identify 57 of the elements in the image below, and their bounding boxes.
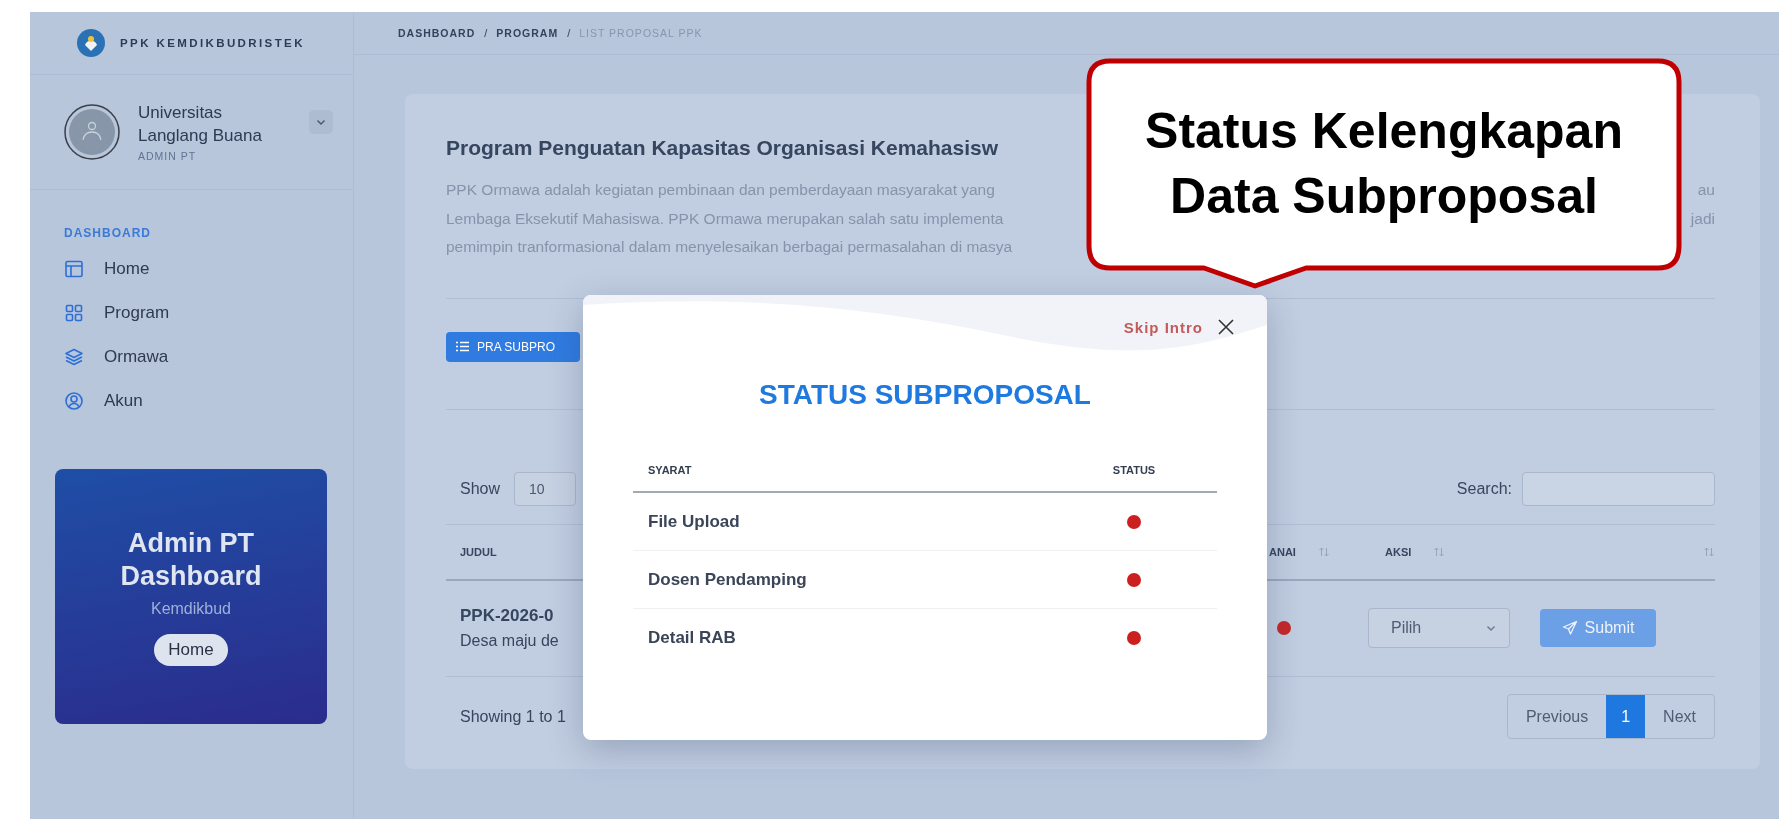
breadcrumb-item[interactable]: DASHBOARD xyxy=(398,27,476,39)
skip-intro-link[interactable]: Skip Intro xyxy=(1123,318,1203,336)
layers-icon xyxy=(64,347,84,367)
requirement-label: Detail RAB xyxy=(647,627,737,648)
proposal-title: Desa maju de xyxy=(460,632,560,650)
description-text: Lembaga Eksekutif Mahasiswa. PPK Ormawa merupakan salah satu implementa xyxy=(446,208,1004,229)
close-icon[interactable] xyxy=(1217,318,1235,336)
grid-icon xyxy=(64,303,84,323)
sidebar-item[interactable]: Ormawa xyxy=(30,335,353,379)
description-text: au xyxy=(1697,180,1715,200)
search-field[interactable] xyxy=(1522,471,1715,506)
program-title: Program Penguatan Kapasitas Organisasi Kemahasisw xyxy=(446,135,999,161)
dropdown-toggle[interactable] xyxy=(309,110,333,134)
sort-icon[interactable] xyxy=(1703,545,1715,558)
description-text: pemimpin tranformasional dalam menyelesaikan berbagai permasalahan di masya xyxy=(446,237,1013,257)
sidebar-item[interactable]: Akun xyxy=(30,379,353,423)
action-select[interactable]: Pilih xyxy=(1368,608,1510,648)
section-label: DASHBOARD xyxy=(64,226,152,240)
card-subtitle: Kemdikbud xyxy=(150,599,231,618)
pra-subproposal-button[interactable]: PRA SUBPRO xyxy=(446,331,580,362)
user-circle-icon xyxy=(64,391,84,411)
profile-role: ADMIN PT xyxy=(138,150,198,163)
page-size-select[interactable]: 10 xyxy=(514,471,577,506)
column-header: SYARAT xyxy=(647,464,693,476)
callout-text: Status Kelengkapan Data Subproposal xyxy=(1144,102,1624,226)
previous-button[interactable]: Previous xyxy=(1507,695,1607,738)
requirement-label: File Upload xyxy=(647,511,741,532)
avatar-icon xyxy=(64,104,120,160)
description-text: jadi xyxy=(1690,208,1715,229)
breadcrumb-separator: / xyxy=(484,27,488,39)
description-text: PPK Ormawa adalah kegiatan pembinaan dan pemberdayaan masyarakat yang xyxy=(446,180,995,200)
requirement-label: Dosen Pendamping xyxy=(647,569,808,590)
column-header[interactable]: JUDUL xyxy=(460,545,497,558)
show-label: Show xyxy=(460,479,501,498)
sidebar-item[interactable]: Home xyxy=(30,247,353,291)
proposal-code: PPK-2026-0 xyxy=(460,606,555,626)
brand-name: PPK KEMDIKBUDRISTEK xyxy=(120,37,305,49)
column-header[interactable]: AKSI xyxy=(1385,545,1412,558)
column-header[interactable]: ANAI xyxy=(1269,545,1296,558)
layout-icon xyxy=(64,259,84,279)
profile-name: Universitas Langlang Buana xyxy=(138,101,263,147)
page-button[interactable]: 1 xyxy=(1606,695,1646,738)
breadcrumb-item[interactable]: PROGRAM xyxy=(496,27,559,39)
logo-icon xyxy=(76,28,106,58)
sidebar-item[interactable]: Program xyxy=(30,291,353,335)
column-header: STATUS xyxy=(1112,464,1156,476)
send-icon xyxy=(1561,620,1578,636)
sort-icon[interactable] xyxy=(1317,545,1330,558)
breadcrumb-separator: / xyxy=(567,27,571,39)
list-icon xyxy=(456,341,469,352)
next-button[interactable]: Next xyxy=(1645,695,1714,738)
home-button[interactable]: Home xyxy=(154,633,228,666)
sort-icon[interactable] xyxy=(1433,545,1446,558)
modal-title: STATUS SUBPROPOSAL xyxy=(758,379,1092,411)
search-label: Search: xyxy=(1456,479,1512,498)
card-title: Admin PT Dashboard xyxy=(119,527,263,593)
table-info: Showing 1 to 1 xyxy=(460,707,566,726)
